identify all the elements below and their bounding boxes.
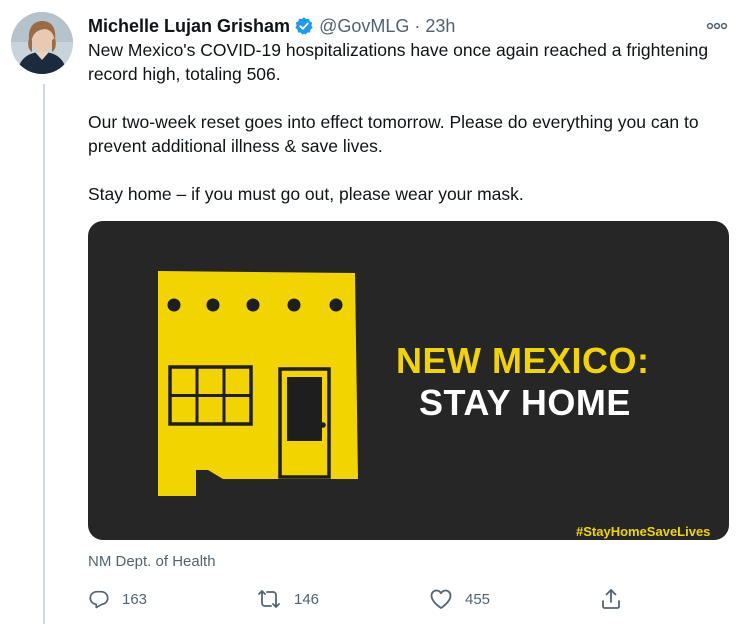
like-count: 455 bbox=[465, 590, 491, 608]
heart-icon bbox=[430, 589, 452, 609]
like-button[interactable]: 455 bbox=[429, 585, 490, 613]
more-options-icon bbox=[706, 22, 728, 30]
tweet-text: New Mexico's COVID-19 hospitalizations h… bbox=[88, 38, 738, 206]
verified-badge-icon bbox=[294, 16, 314, 36]
tweet-media-image[interactable]: NEW MEXICO: STAY HOME #StayHomeSaveLives bbox=[88, 221, 729, 540]
tweet-paragraph: New Mexico's COVID-19 hospitalizations h… bbox=[88, 40, 709, 84]
reply-button[interactable]: 163 bbox=[88, 585, 147, 613]
tweet[interactable]: Michelle Lujan Grisham @GovMLG · 23h New… bbox=[0, 0, 750, 624]
separator-dot: · bbox=[414, 16, 421, 36]
more-options-button[interactable] bbox=[706, 16, 728, 36]
avatar-portrait-icon bbox=[11, 12, 73, 74]
avatar[interactable] bbox=[11, 12, 73, 74]
retweet-icon bbox=[258, 590, 280, 608]
media-headline-line2: STAY HOME bbox=[419, 382, 631, 423]
tweet-header: Michelle Lujan Grisham @GovMLG · 23h bbox=[88, 14, 455, 38]
media-source-label[interactable]: NM Dept. of Health bbox=[88, 552, 216, 572]
tweet-timestamp[interactable]: 23h bbox=[425, 14, 455, 38]
author-display-name[interactable]: Michelle Lujan Grisham bbox=[88, 14, 290, 38]
share-icon bbox=[602, 589, 620, 609]
share-button[interactable] bbox=[599, 585, 623, 613]
retweet-count: 146 bbox=[294, 590, 320, 608]
thread-line bbox=[43, 84, 45, 624]
reply-count: 163 bbox=[122, 590, 148, 608]
media-headline-line1: NEW MEXICO: bbox=[396, 340, 650, 381]
author-handle[interactable]: @GovMLG bbox=[319, 14, 409, 38]
media-hashtag: #StayHomeSaveLives bbox=[576, 524, 711, 539]
reply-icon bbox=[89, 590, 109, 609]
tweet-paragraph: Stay home – if you must go out, please w… bbox=[88, 184, 524, 204]
tweet-paragraph: Our two-week reset goes into effect tomo… bbox=[88, 112, 699, 156]
retweet-button[interactable]: 146 bbox=[256, 585, 319, 613]
tweet-actions-bar: 163 146 455 bbox=[88, 585, 648, 613]
